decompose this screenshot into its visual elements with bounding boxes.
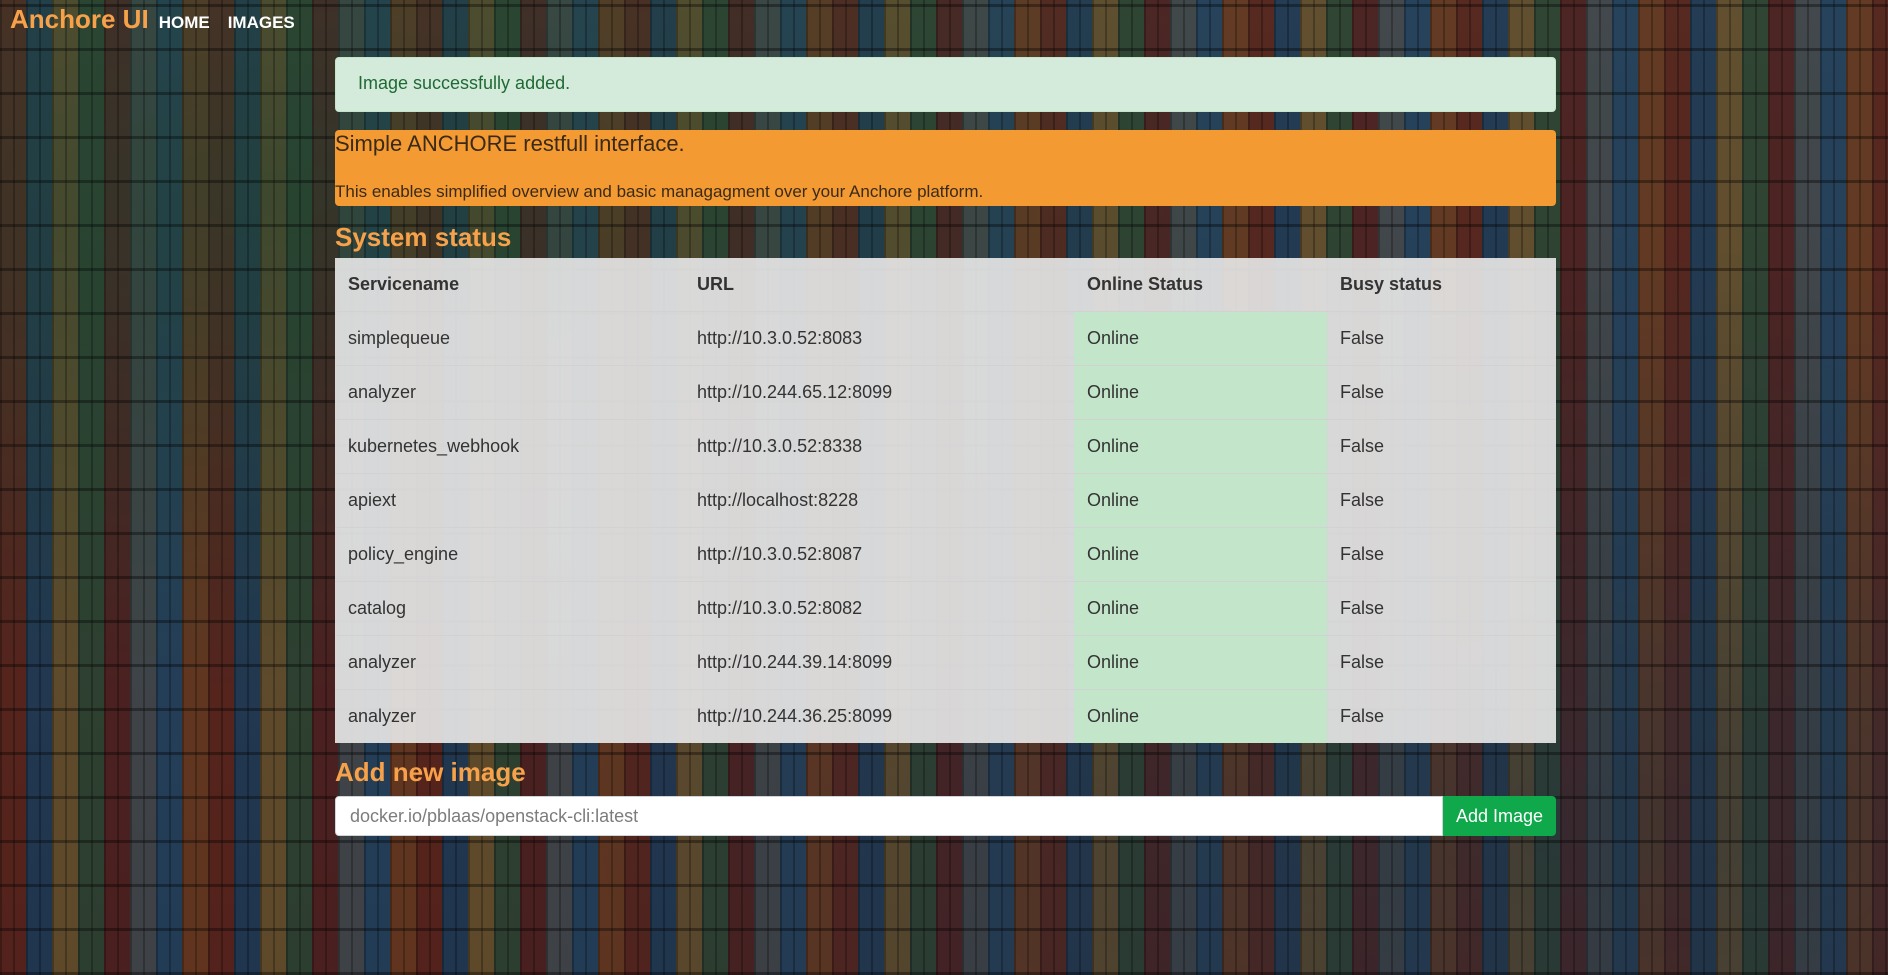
- service-url-cell: http://10.244.39.14:8099: [684, 635, 1074, 690]
- system-status-table: Servicename URL Online Status Busy statu…: [335, 258, 1556, 743]
- column-header-online-status: Online Status: [1087, 274, 1204, 294]
- table-row: catalog http://10.3.0.52:8082 Online Fal…: [335, 581, 1556, 636]
- service-name-cell: analyzer: [335, 635, 684, 690]
- service-url-cell: http://10.244.65.12:8099: [684, 365, 1074, 420]
- service-url-cell: http://10.3.0.52:8082: [684, 581, 1074, 636]
- main-content: Image successfully added. Simple ANCHORE…: [335, 57, 1556, 836]
- add-image-button[interactable]: Add Image: [1443, 796, 1556, 836]
- busy-status-cell: False: [1327, 311, 1556, 366]
- table-row: analyzer http://10.244.65.12:8099 Online…: [335, 365, 1556, 420]
- online-status-cell: Online: [1074, 581, 1327, 636]
- table-row: analyzer http://10.244.39.14:8099 Online…: [335, 635, 1556, 690]
- page: Anchore UI HOME IMAGES Image successfull…: [0, 0, 1888, 975]
- busy-status-cell: False: [1327, 527, 1556, 582]
- table-row: apiext http://localhost:8228 Online Fals…: [335, 473, 1556, 528]
- service-url-cell: http://10.3.0.52:8083: [684, 311, 1074, 366]
- busy-status-cell: False: [1327, 473, 1556, 528]
- service-name-cell: kubernetes_webhook: [335, 419, 684, 474]
- online-status-cell: Online: [1074, 365, 1327, 420]
- add-image-title: Add new image: [335, 757, 526, 787]
- intro-title: Simple ANCHORE restfull interface.: [335, 131, 685, 156]
- table-row: simplequeue http://10.3.0.52:8083 Online…: [335, 311, 1556, 366]
- busy-status-cell: False: [1327, 581, 1556, 636]
- table-header-row: Servicename URL Online Status Busy statu…: [335, 258, 1556, 312]
- nav-home-link[interactable]: HOME: [159, 13, 210, 33]
- column-header-servicename: Servicename: [348, 274, 460, 294]
- intro-text: This enables simplified overview and bas…: [335, 182, 984, 201]
- image-name-input[interactable]: [335, 796, 1443, 836]
- add-image-form: Add Image: [335, 796, 1556, 836]
- online-status-cell: Online: [1074, 689, 1327, 743]
- busy-status-cell: False: [1327, 635, 1556, 690]
- busy-status-cell: False: [1327, 365, 1556, 420]
- column-header-busy-status: Busy status: [1340, 274, 1443, 294]
- service-name-cell: policy_engine: [335, 527, 684, 582]
- online-status-cell: Online: [1074, 311, 1327, 366]
- service-url-cell: http://10.244.36.25:8099: [684, 689, 1074, 743]
- intro-banner: Simple ANCHORE restfull interface. This …: [335, 130, 1556, 206]
- busy-status-cell: False: [1327, 689, 1556, 743]
- column-header-url: URL: [697, 274, 734, 294]
- service-name-cell: apiext: [335, 473, 684, 528]
- service-url-cell: http://10.3.0.52:8087: [684, 527, 1074, 582]
- service-name-cell: catalog: [335, 581, 684, 636]
- online-status-cell: Online: [1074, 527, 1327, 582]
- busy-status-cell: False: [1327, 419, 1556, 474]
- online-status-cell: Online: [1074, 635, 1327, 690]
- service-name-cell: simplequeue: [335, 311, 684, 366]
- table-row: kubernetes_webhook http://10.3.0.52:8338…: [335, 419, 1556, 474]
- navbar: Anchore UI HOME IMAGES: [10, 4, 313, 35]
- service-name-cell: analyzer: [335, 365, 684, 420]
- online-status-cell: Online: [1074, 419, 1327, 474]
- service-url-cell: http://10.3.0.52:8338: [684, 419, 1074, 474]
- table-row: policy_engine http://10.3.0.52:8087 Onli…: [335, 527, 1556, 582]
- service-name-cell: analyzer: [335, 689, 684, 743]
- system-status-title: System status: [335, 222, 512, 252]
- online-status-cell: Online: [1074, 473, 1327, 528]
- brand-logo[interactable]: Anchore UI: [10, 4, 149, 35]
- nav-images-link[interactable]: IMAGES: [228, 13, 295, 33]
- success-alert: Image successfully added.: [335, 57, 1556, 112]
- table-row: analyzer http://10.244.36.25:8099 Online…: [335, 689, 1556, 743]
- service-url-cell: http://localhost:8228: [684, 473, 1074, 528]
